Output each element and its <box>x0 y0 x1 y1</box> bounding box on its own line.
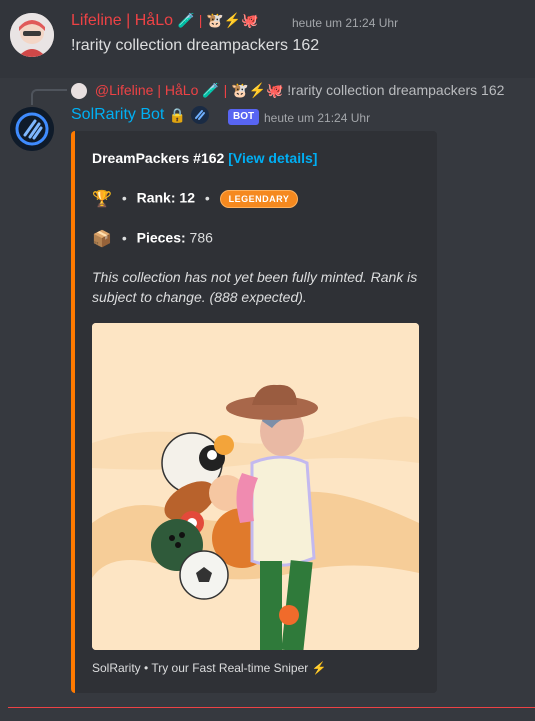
reply-text: !rarity collection dreampackers 162 <box>287 82 505 98</box>
reply-mention[interactable]: @Lifeline | HåLo <box>95 82 198 98</box>
bot-username[interactable]: SolRarity Bot 🔒 <box>71 106 209 124</box>
reply-avatar <box>71 83 87 100</box>
bot-timestamp: heute um 21:24 Uhr <box>264 111 371 125</box>
pieces-row: 📦 • Pieces: 786 <box>92 229 213 248</box>
message-lifeline: Lifeline | HåLo 🧪 | 🐮⚡🐙 heute um 21:24 U… <box>0 0 535 78</box>
rarity-embed: DreamPackers #162 [View details] 🏆 • Ran… <box>71 131 437 693</box>
view-details-link[interactable]: [View details] <box>228 150 317 166</box>
solrarity-badge-icon <box>190 106 209 124</box>
nft-image[interactable] <box>92 323 419 650</box>
reply-spine <box>31 89 67 105</box>
username-emoji-suffix: 🧪 | 🐮⚡🐙 <box>177 12 259 29</box>
new-messages-divider <box>8 707 535 708</box>
rank-row: 🏆 • Rank: 12 • LEGENDARY <box>92 189 299 209</box>
username-lifeline[interactable]: Lifeline | HåLo 🧪 | 🐮⚡🐙 <box>71 12 259 30</box>
reply-reference[interactable]: @Lifeline | HåLo 🧪 | 🐮⚡🐙 !rarity collect… <box>71 82 505 100</box>
user-avatar[interactable] <box>10 13 54 57</box>
bot-badge: BOT <box>228 109 260 125</box>
package-icon: 📦 <box>92 231 112 248</box>
legendary-badge: LEGENDARY <box>219 190 299 208</box>
rank-label: Rank: <box>136 189 176 206</box>
pieces-label: Pieces: <box>136 229 186 246</box>
bot-avatar[interactable] <box>10 107 54 151</box>
trophy-icon: 🏆 <box>92 191 112 208</box>
embed-footer: SolRarity • Try our Fast Real-time Snipe… <box>92 661 327 675</box>
rank-value: 12 <box>179 189 195 206</box>
message-text: !rarity collection dreampackers 162 <box>71 37 320 54</box>
reply-mention-emoji: 🧪 | 🐮⚡🐙 <box>202 82 284 98</box>
embed-description: This collection has not yet been fully m… <box>92 269 418 305</box>
lock-icon: 🔒 <box>168 106 187 123</box>
embed-title: DreamPackers #162 [View details] <box>92 150 318 166</box>
message-timestamp: heute um 21:24 Uhr <box>292 16 399 30</box>
pieces-value: 786 <box>189 229 213 246</box>
